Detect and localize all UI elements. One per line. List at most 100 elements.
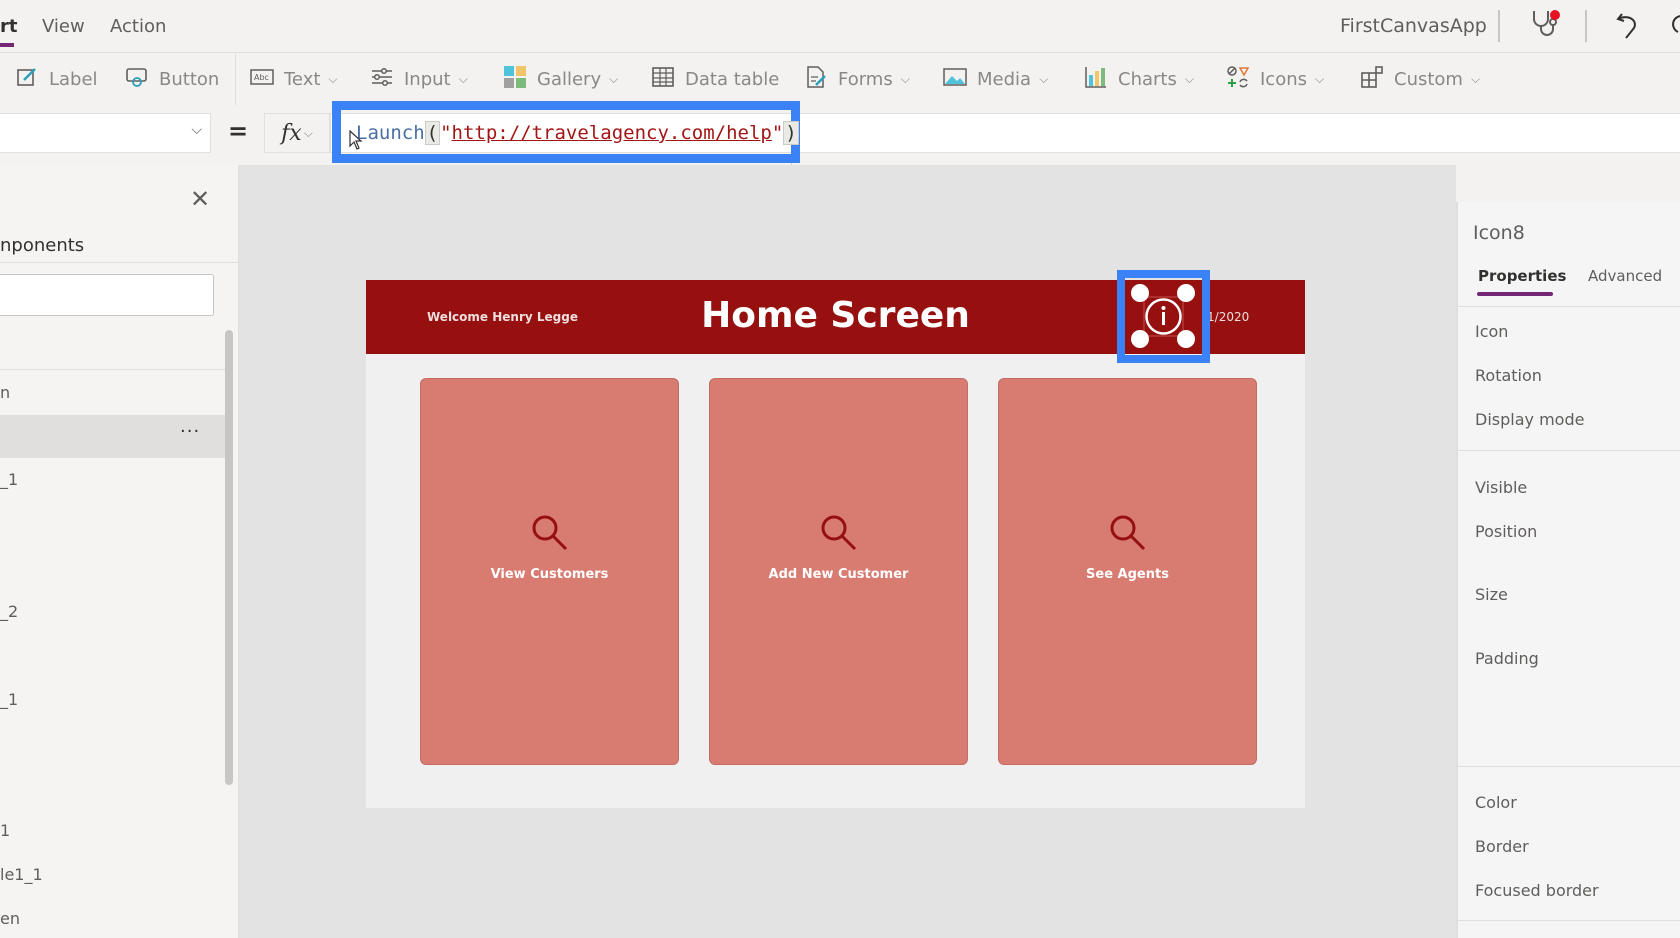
button-icon [125,65,149,94]
see-agents-card[interactable]: See Agents [998,378,1257,765]
property-position[interactable]: Position [1475,522,1537,541]
properties-panel: Icon8 Properties Advanced Icon Rotation … [1456,202,1680,938]
chevron-down-icon: ⌵ [900,71,910,86]
divider [0,262,238,263]
divider [1458,766,1680,767]
control-name: Icon8 [1473,222,1525,244]
chevron-down-icon: ⌵ [1315,71,1325,86]
formula-open-paren: ( [424,121,441,145]
menu-bar: rt View Action FirstCanvasApp [0,0,1680,54]
search-icon [1108,513,1148,557]
forms-dropdown[interactable]: Forms ⌵ [804,53,910,105]
tab-advanced[interactable]: Advanced [1588,267,1662,285]
media-icon [943,65,967,94]
tree-item[interactable]: en [0,909,20,928]
gallery-dropdown[interactable]: Gallery ⌵ [503,53,618,105]
menu-tab-insert[interactable]: rt [0,16,17,37]
equals-sign: = [228,117,249,145]
data-table-icon [651,65,675,94]
svg-text:Abc: Abc [254,73,269,82]
charts-icon [1084,65,1108,94]
text-dropdown-label: Text [284,68,321,90]
design-canvas: Welcome Henry Legge Home Screen /1/2020 … [239,165,1456,938]
property-display-mode[interactable]: Display mode [1475,410,1584,429]
input-icon [370,65,394,94]
divider [1458,306,1680,307]
insert-ribbon: Label Button Abc Text ⌵ Input ⌵ Gallery … [0,52,1680,106]
property-icon[interactable]: Icon [1475,322,1508,341]
formula-text[interactable]: Launch("http://travelagency.com/help") [356,121,799,145]
data-table-label: Data table [685,68,780,90]
chevron-down-icon: ⌵ [458,71,468,86]
card-label: Add New Customer [768,567,909,582]
property-size[interactable]: Size [1475,585,1508,604]
chevron-down-icon: ⌵ [609,71,619,86]
property-visible[interactable]: Visible [1475,478,1527,497]
app-checker-icon[interactable] [1528,8,1562,44]
resize-handle[interactable] [1131,330,1149,348]
tree-search-input[interactable] [0,274,214,316]
text-dropdown[interactable]: Abc Text ⌵ [250,53,338,105]
property-rotation[interactable]: Rotation [1475,366,1542,385]
property-padding[interactable]: Padding [1475,649,1539,668]
divider [1458,920,1680,921]
menu-tab-view[interactable]: View [42,16,85,37]
property-color[interactable]: Color [1475,793,1517,812]
label-button[interactable]: Label [15,53,98,105]
formula-function: Launch [356,122,425,144]
property-border[interactable]: Border [1475,837,1529,856]
button-button[interactable]: Button [125,53,219,105]
search-icon [530,513,570,557]
formula-bar: ⌵ = fx ⌵ [0,105,1680,157]
property-dropdown[interactable]: ⌵ [0,113,211,153]
menu-tab-action[interactable]: Action [110,16,166,37]
add-new-customer-card[interactable]: Add New Customer [709,378,968,765]
mouse-cursor-icon [349,129,363,154]
property-focused-border[interactable]: Focused border [1475,881,1599,900]
resize-handle[interactable] [1131,284,1149,302]
tree-item-selected[interactable]: ··· [0,415,232,458]
icons-dropdown[interactable]: Icons ⌵ [1226,53,1324,105]
tree-item[interactable]: _1 [0,470,18,489]
scrollbar[interactable] [225,330,233,785]
formula-close-paren: ) [783,121,799,145]
view-customers-card[interactable]: View Customers [420,378,679,765]
tree-item[interactable]: le1_1 [0,865,43,884]
tree-item[interactable]: _1 [0,690,18,709]
divider [1585,10,1587,42]
tree-item[interactable]: n [0,383,10,402]
forms-dropdown-label: Forms [838,68,893,90]
resize-handle[interactable] [1177,330,1195,348]
divider [0,369,232,370]
formula-quote: " [440,122,452,144]
search-icon [819,513,859,557]
tab-properties[interactable]: Properties [1478,267,1566,285]
close-icon[interactable]: ✕ [190,185,210,213]
tree-item[interactable]: 1 [0,821,10,840]
tree-item[interactable]: _2 [0,602,18,621]
gallery-dropdown-label: Gallery [537,68,602,90]
label-button-text: Label [49,68,98,90]
formula-quote: " [771,122,784,144]
active-tab-indicator [0,43,14,47]
label-icon [15,65,39,94]
undo-icon[interactable] [1614,10,1642,44]
chevron-down-icon: ⌵ [1039,71,1049,86]
icons-dropdown-label: Icons [1260,68,1308,90]
custom-dropdown[interactable]: Custom ⌵ [1360,53,1480,105]
tab-components[interactable]: nponents [0,235,84,256]
charts-dropdown-label: Charts [1118,68,1177,90]
redo-icon[interactable] [1670,10,1680,44]
icons-icon [1226,65,1250,94]
more-options-icon[interactable]: ··· [180,421,200,442]
input-dropdown[interactable]: Input ⌵ [370,53,468,105]
media-dropdown[interactable]: Media ⌵ [943,53,1048,105]
app-title: FirstCanvasApp [1340,15,1487,37]
formula-url: http://travelagency.com/help [451,122,772,144]
card-label: See Agents [1086,567,1169,582]
chevron-down-icon: ⌵ [1184,71,1194,86]
function-button[interactable]: fx ⌵ [264,113,330,153]
charts-dropdown[interactable]: Charts ⌵ [1084,53,1194,105]
data-table-button[interactable]: Data table [651,53,779,105]
resize-handle[interactable] [1177,284,1195,302]
